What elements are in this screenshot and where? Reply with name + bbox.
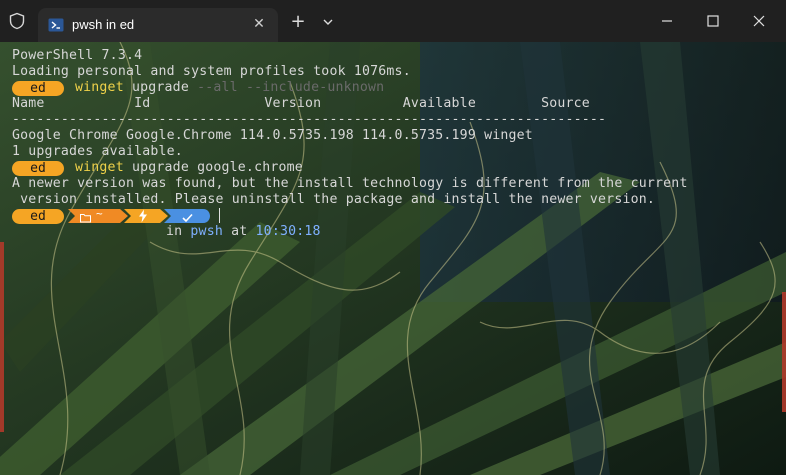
- shell-name: pwsh: [190, 224, 223, 239]
- powershell-version: PowerShell 7.3.4: [12, 48, 143, 63]
- powershell-icon: [48, 18, 64, 32]
- chevron-down-icon[interactable]: [318, 12, 338, 32]
- powerline-prompt: ed ~: [12, 207, 242, 224]
- prompt-user-segment: ed: [12, 209, 64, 224]
- prompt-user-segment: ed: [12, 81, 64, 96]
- error-message: version installed. Please uninstall the …: [12, 192, 656, 207]
- prompt-user-segment: ed: [12, 161, 64, 176]
- status-in-label: in: [166, 224, 191, 239]
- maximize-button[interactable]: [690, 0, 736, 42]
- close-window-button[interactable]: [736, 0, 782, 42]
- terminal-window: pwsh in ed ✕ + PowerShell 7.3.4 Loading …: [0, 0, 786, 475]
- shield-icon: [9, 12, 25, 30]
- table-divider: ----------------------------------------…: [12, 112, 607, 127]
- table-header: Name Id Version Available Source: [12, 96, 590, 111]
- profile-load-time: Loading personal and system profiles too…: [12, 64, 411, 79]
- clock-time: 10:30:18: [255, 224, 321, 239]
- minimize-icon: [662, 20, 672, 22]
- terminal-output[interactable]: PowerShell 7.3.4 Loading personal and sy…: [0, 42, 786, 475]
- table-row: Google Chrome Google.Chrome 114.0.5735.1…: [12, 128, 533, 143]
- error-message: A newer version was found, but the insta…: [12, 176, 688, 191]
- close-icon: [753, 15, 765, 27]
- maximize-icon: [707, 15, 719, 27]
- command-args: upgrade google.chrome: [123, 160, 303, 175]
- status-at-label: at: [222, 224, 256, 239]
- folder-icon: [80, 214, 91, 223]
- tab-title: pwsh in ed: [72, 17, 135, 32]
- command-line: winget upgrade google.chrome: [75, 160, 303, 176]
- text-cursor: [219, 208, 220, 223]
- upgrade-count: 1 upgrades available.: [12, 144, 183, 159]
- command-flags: --all --include-unknown: [197, 80, 385, 95]
- title-bar: pwsh in ed ✕ +: [0, 0, 786, 42]
- command-name: winget: [75, 80, 124, 95]
- home-path-label: ~: [96, 207, 103, 220]
- new-tab-button[interactable]: +: [288, 12, 308, 32]
- close-tab-icon[interactable]: ✕: [250, 15, 268, 33]
- minimize-button[interactable]: [644, 0, 690, 42]
- check-icon: [182, 213, 193, 223]
- command-name: winget: [75, 160, 124, 175]
- tab-pwsh[interactable]: pwsh in ed ✕: [38, 8, 278, 42]
- command-line: winget upgrade --all --include-unknown: [75, 80, 384, 96]
- bolt-icon: [139, 209, 147, 223]
- session-status: in pwsh at 10:30:18: [166, 224, 321, 240]
- command-subcommand: upgrade: [123, 80, 198, 95]
